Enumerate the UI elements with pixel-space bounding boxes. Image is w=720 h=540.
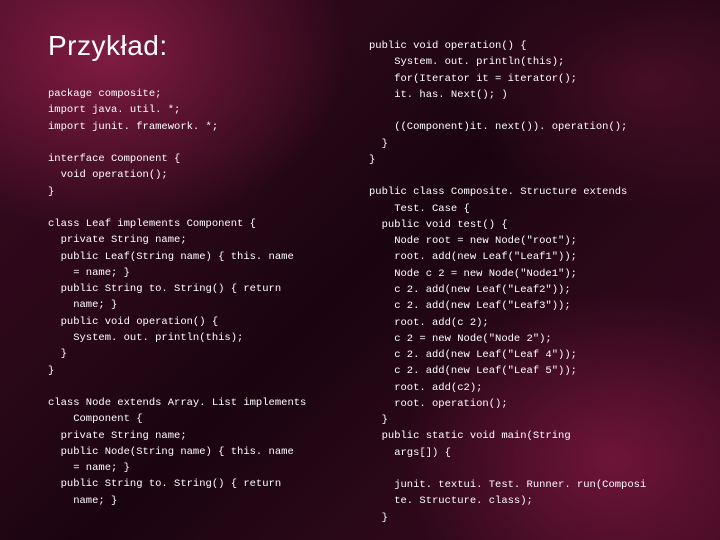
code-block-left: package composite; import java. util. *;… (48, 86, 351, 509)
slide-title: Przykład: (48, 30, 351, 62)
left-column: Przykład: package composite; import java… (48, 30, 351, 510)
code-block-right: public void operation() { System. out. p… (369, 38, 672, 526)
slide: Przykład: package composite; import java… (48, 30, 672, 510)
right-column: public void operation() { System. out. p… (369, 30, 672, 510)
